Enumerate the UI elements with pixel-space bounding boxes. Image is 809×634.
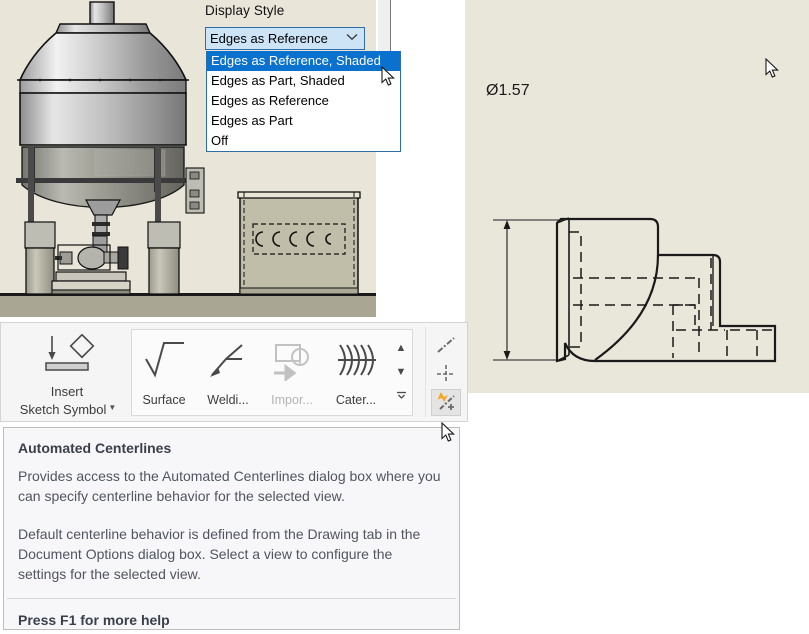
gallery-item-import[interactable]: Impor... bbox=[260, 330, 324, 415]
caret-down-icon[interactable]: ▼ bbox=[108, 403, 116, 412]
centerline-icon[interactable] bbox=[431, 331, 461, 358]
tooltip-paragraph-2: Default centerline behavior is defined f… bbox=[18, 526, 421, 582]
display-style-option-0[interactable]: Edges as Reference, Shaded bbox=[207, 51, 400, 71]
insert-sketch-symbol-button[interactable]: Insert Sketch Symbol ▼ bbox=[11, 327, 123, 417]
ribbon-panel: Insert Sketch Symbol ▼ Surface Weldi... … bbox=[0, 322, 468, 422]
gallery-expand-icon[interactable] bbox=[396, 391, 407, 402]
tooltip-footer: Press F1 for more help bbox=[18, 612, 170, 628]
cad-drawing-preview[interactable]: Ø1.57 bbox=[465, 0, 809, 393]
insert-sketch-symbol-line2: Sketch Symbol bbox=[19, 402, 107, 417]
insert-sketch-symbol-line1: Insert bbox=[50, 384, 84, 399]
tooltip-panel: Automated Centerlines Provides access to… bbox=[3, 427, 460, 630]
gallery-label-caterpillar: Cater... bbox=[335, 393, 377, 407]
display-style-option-list[interactable]: Edges as Reference, Shaded Edges as Part… bbox=[206, 51, 401, 152]
gallery-item-welding[interactable]: Weldi... bbox=[196, 330, 260, 415]
gallery-label-import: Impor... bbox=[271, 393, 313, 407]
insert-sketch-symbol-label: Insert Sketch Symbol ▼ bbox=[19, 383, 117, 421]
symbol-gallery[interactable]: Surface Weldi... Impor... Cater... ▲ ▼ bbox=[131, 329, 413, 416]
welding-symbol-icon bbox=[206, 339, 250, 386]
cad-drawing-graphic bbox=[493, 217, 777, 363]
display-style-option-3[interactable]: Edges as Part bbox=[207, 111, 400, 131]
scroll-up-icon[interactable]: ▲ bbox=[396, 342, 407, 354]
panel-gap-right bbox=[465, 393, 809, 634]
display-style-label: Display Style bbox=[205, 3, 285, 18]
chevron-down-icon bbox=[344, 33, 360, 44]
display-style-combobox[interactable]: Edges as Reference Edges as Reference, S… bbox=[205, 27, 401, 152]
tooltip-paragraph-1: Provides access to the Automated Centerl… bbox=[18, 468, 441, 504]
gallery-scrollbar[interactable]: ▲ ▼ bbox=[390, 330, 412, 415]
display-style-option-2[interactable]: Edges as Reference bbox=[207, 91, 400, 111]
caterpillar-symbol-icon bbox=[334, 339, 378, 386]
display-style-group: Display Style Edges as Reference Edges a… bbox=[205, 3, 410, 152]
gallery-label-welding: Weldi... bbox=[207, 393, 249, 407]
centerline-tools-column bbox=[425, 327, 465, 417]
gallery-item-caterpillar[interactable]: Cater... bbox=[324, 330, 388, 415]
automated-centerlines-icon[interactable] bbox=[430, 389, 461, 416]
tooltip-title: Automated Centerlines bbox=[18, 440, 172, 456]
display-style-option-4[interactable]: Off bbox=[207, 131, 400, 151]
gallery-label-surface: Surface bbox=[142, 393, 186, 407]
surface-texture-symbol-icon bbox=[142, 339, 186, 386]
display-style-value: Edges as Reference bbox=[210, 31, 328, 46]
center-mark-icon[interactable] bbox=[431, 360, 461, 387]
insert-sketch-symbol-icon bbox=[36, 333, 98, 377]
import-symbol-icon bbox=[270, 339, 314, 386]
display-style-option-1[interactable]: Edges as Part, Shaded bbox=[207, 71, 400, 91]
dimension-value-label[interactable]: Ø1.57 bbox=[486, 82, 530, 100]
gallery-item-surface[interactable]: Surface bbox=[132, 330, 196, 415]
scroll-down-icon[interactable]: ▼ bbox=[396, 366, 407, 378]
